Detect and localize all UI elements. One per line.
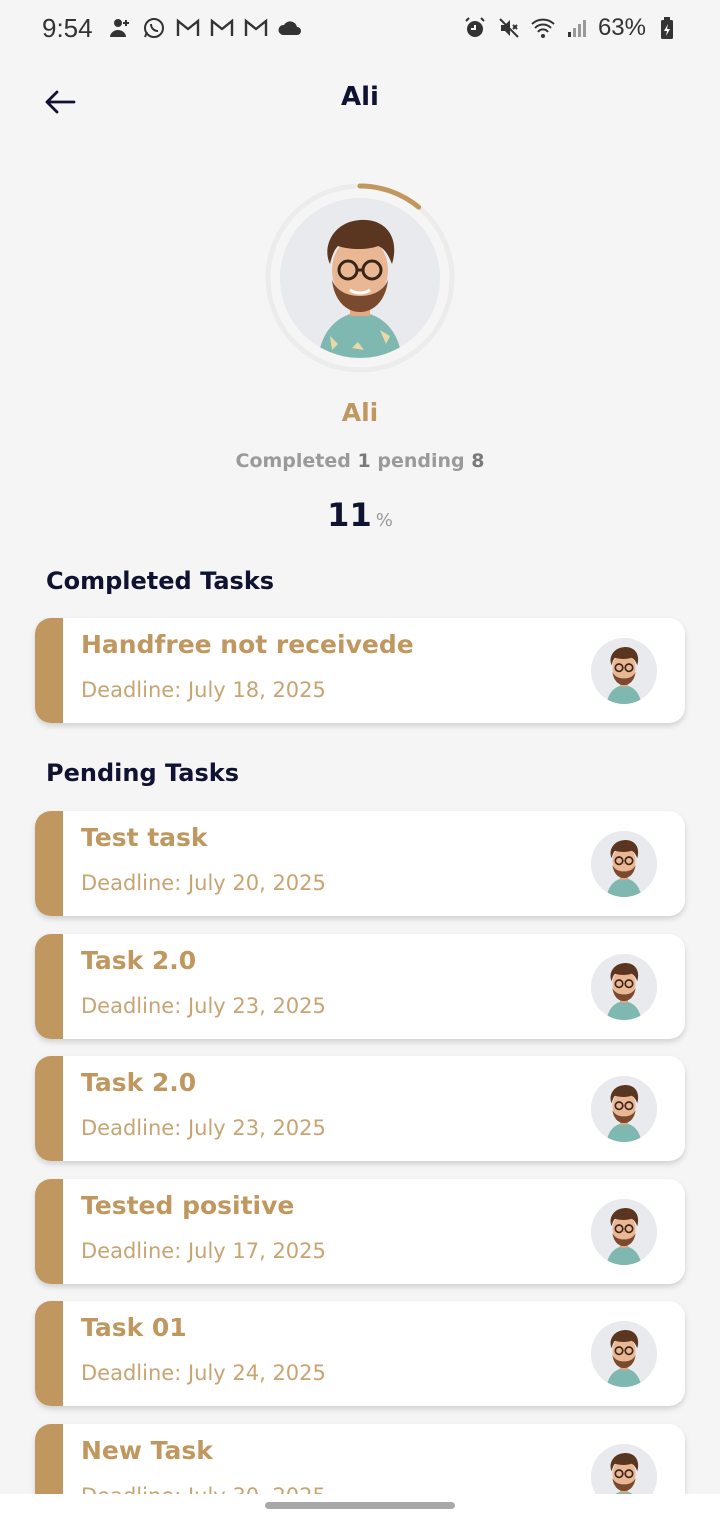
assignee-avatar	[591, 1076, 657, 1142]
task-card[interactable]: Handfree not receivede Deadline: July 18,…	[35, 618, 685, 723]
assignee-avatar	[591, 953, 657, 1020]
percent-symbol: %	[375, 510, 393, 531]
mute-icon	[496, 15, 522, 41]
completed-count: 1	[357, 450, 371, 472]
avatar	[280, 198, 440, 358]
task-deadline: Deadline: July 24, 2025	[81, 1361, 326, 1385]
assignee-avatar	[591, 1321, 657, 1387]
task-deadline: Deadline: July 23, 2025	[81, 1116, 326, 1140]
assignee-avatar	[591, 638, 657, 704]
gmail-icon	[243, 15, 269, 41]
task-stats: Completed 1 pending 8	[0, 450, 720, 472]
battery-level: 63%	[597, 14, 646, 41]
task-accent-stripe	[35, 618, 63, 723]
task-deadline: Deadline: July 20, 2025	[81, 871, 326, 895]
status-bar-right: 63%	[462, 14, 680, 42]
task-card[interactable]: Task 01 Deadline: July 24, 2025	[35, 1301, 685, 1406]
profile-summary: Ali Completed 1 pending 8 11%	[0, 180, 720, 534]
pending-count: 8	[471, 450, 485, 472]
task-accent-stripe	[35, 1178, 63, 1284]
gmail-icon	[209, 15, 235, 41]
task-card[interactable]: Task 2.0 Deadline: July 23, 2025	[35, 933, 685, 1039]
assignee-avatar	[591, 831, 657, 897]
completed-tasks-heading: Completed Tasks	[46, 567, 275, 595]
completed-label: Completed	[235, 450, 351, 472]
task-accent-stripe	[35, 1056, 63, 1161]
person-avatar-icon	[280, 198, 440, 358]
task-card[interactable]: Task 2.0 Deadline: July 23, 2025	[35, 1056, 685, 1161]
task-deadline: Deadline: July 17, 2025	[81, 1238, 326, 1263]
person-add-icon	[107, 15, 133, 41]
task-title: Tested positive	[81, 1190, 295, 1220]
task-card[interactable]: Tested positive Deadline: July 17, 2025	[35, 1178, 685, 1284]
task-accent-stripe	[35, 933, 63, 1039]
page-title: Ali	[341, 82, 379, 112]
task-accent-stripe	[35, 811, 63, 916]
app-bar: Ali	[0, 64, 720, 136]
wifi-icon	[530, 15, 556, 41]
status-time: 9:54	[42, 12, 93, 43]
task-title: Task 01	[81, 1313, 187, 1342]
whatsapp-icon	[141, 15, 167, 41]
profile-name: Ali	[341, 398, 379, 427]
pending-tasks-heading: Pending Tasks	[46, 759, 239, 787]
completion-percent: 11%	[0, 496, 720, 534]
gmail-icon	[175, 15, 201, 41]
cloud-icon	[277, 15, 303, 41]
task-accent-stripe	[35, 1301, 63, 1406]
battery-icon	[654, 15, 680, 41]
signal-icon	[564, 15, 590, 41]
task-title: Test task	[81, 823, 208, 852]
progress-ring	[262, 180, 458, 376]
task-title: Task 2.0	[81, 945, 197, 975]
task-deadline: Deadline: July 18, 2025	[81, 678, 326, 702]
status-bar-left: 9:54	[42, 13, 303, 44]
task-deadline: Deadline: July 23, 2025	[81, 993, 326, 1018]
percent-value: 11	[327, 496, 372, 534]
assignee-avatar	[591, 1198, 657, 1265]
task-title: Handfree not receivede	[81, 630, 414, 659]
alarm-icon	[462, 15, 488, 41]
status-bar: 9:54 63%	[0, 0, 720, 56]
home-indicator[interactable]	[265, 1502, 455, 1509]
task-title: New Task	[81, 1435, 213, 1465]
task-title: Task 2.0	[81, 1068, 197, 1097]
task-card[interactable]: Test task Deadline: July 20, 2025	[35, 811, 685, 916]
pending-label: pending	[377, 450, 465, 472]
